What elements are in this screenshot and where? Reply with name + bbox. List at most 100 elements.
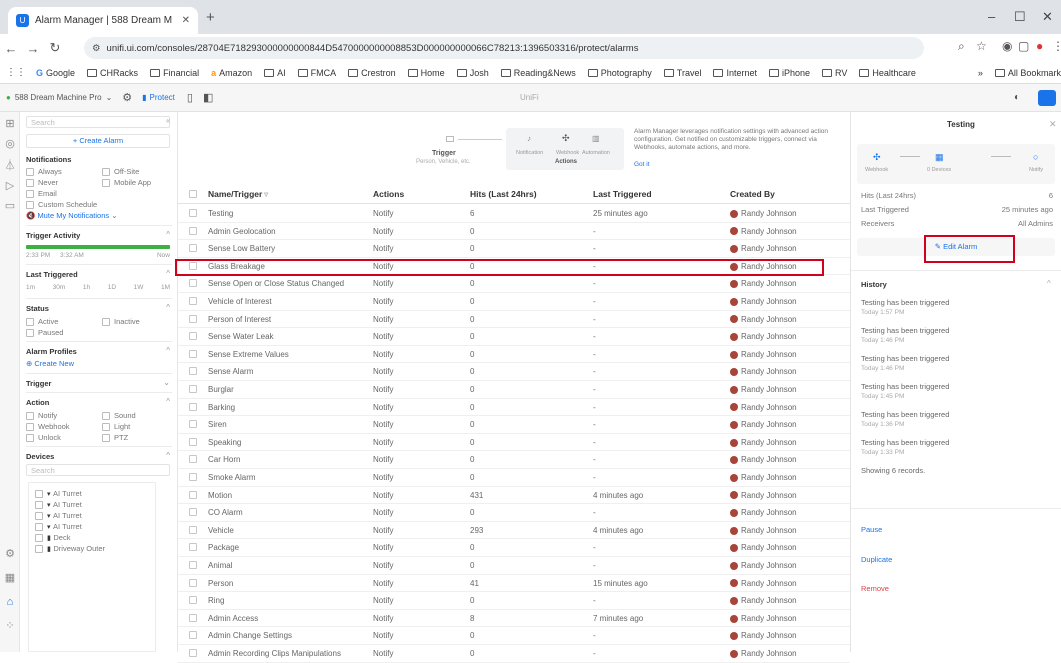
chevron-down-icon[interactable]: ⌄	[106, 93, 113, 102]
apps-grid-icon[interactable]: ⁘	[4, 620, 16, 632]
checkbox[interactable]	[102, 422, 110, 431]
checkbox[interactable]	[102, 411, 110, 420]
row-checkbox[interactable]	[189, 226, 197, 235]
menu-icon[interactable]: ⋮	[1052, 39, 1061, 53]
table-row[interactable]: Vehicle Notify 293 4 minutes ago Randy Johns…	[178, 522, 850, 540]
row-checkbox[interactable]	[189, 437, 197, 446]
checkbox[interactable]	[26, 167, 34, 176]
table-row[interactable]: Sense Water Leak Notify 0 - Randy Johnson	[178, 328, 850, 346]
row-checkbox[interactable]	[189, 332, 197, 341]
pause-link[interactable]: Pause	[861, 525, 882, 534]
minimize-icon[interactable]: –	[988, 9, 995, 24]
table-row[interactable]: Admin Geolocation Notify 0 - Randy Johnson	[178, 223, 850, 241]
notif-custom[interactable]: Custom Schedule	[26, 199, 170, 209]
table-row[interactable]: Burglar Notify 0 - Randy Johnson	[178, 381, 850, 399]
chevron-up-icon[interactable]: ^	[166, 346, 170, 355]
checkbox[interactable]	[35, 544, 43, 553]
row-checkbox[interactable]	[189, 367, 197, 376]
protect-app-icon[interactable]: ▮	[142, 93, 146, 102]
console-selector[interactable]: 588 Dream Machine Pro	[15, 93, 102, 102]
table-row[interactable]: CO Alarm Notify 0 - Randy Johnson	[178, 504, 850, 522]
table-row[interactable]: Person of Interest Notify 0 - Randy Johnson	[178, 311, 850, 329]
col-name-trigger[interactable]: Name/Trigger	[208, 189, 262, 199]
row-checkbox[interactable]	[189, 490, 197, 499]
remove-link[interactable]: Remove	[861, 584, 889, 593]
row-checkbox[interactable]	[189, 420, 197, 429]
create-profile-link[interactable]: ⊕ Create New	[26, 359, 170, 368]
bookmark-crestron[interactable]: Crestron	[348, 68, 396, 78]
bookmark-internet[interactable]: Internet	[713, 68, 757, 78]
bookmark-reading-news[interactable]: Reading&News	[500, 68, 576, 78]
table-row[interactable]: Smoke Alarm Notify 0 - Randy Johnson	[178, 469, 850, 487]
table-row[interactable]: Siren Notify 0 - Randy Johnson	[178, 416, 850, 434]
table-row[interactable]: Testing Notify 6 25 minutes ago Randy Johnso…	[178, 205, 850, 223]
row-checkbox[interactable]	[189, 613, 197, 622]
action-sound[interactable]: Sound	[102, 410, 172, 420]
filter-icon[interactable]: ▿	[264, 189, 268, 200]
bookmark-google[interactable]: G Google	[36, 68, 75, 78]
row-checkbox[interactable]	[189, 631, 197, 640]
row-checkbox[interactable]	[189, 455, 197, 464]
bookmark-fmca[interactable]: FMCA	[297, 68, 336, 78]
mute-notifications-link[interactable]: 🔇 Mute My Notifications ⌄	[26, 211, 170, 220]
device-item[interactable]: ▮ Driveway Outer	[35, 543, 105, 553]
range-1d[interactable]: 1D	[108, 284, 116, 294]
row-checkbox[interactable]	[189, 297, 197, 305]
table-row[interactable]: Animal Notify 0 - Randy Johnson	[178, 557, 850, 575]
got-it-link[interactable]: Got it	[634, 161, 650, 168]
table-row[interactable]: Motion Notify 431 4 minutes ago Randy Johnso…	[178, 487, 850, 505]
row-checkbox[interactable]	[189, 402, 197, 411]
chevron-up-icon[interactable]: ^	[166, 451, 170, 460]
checkbox[interactable]	[26, 422, 34, 431]
bookmark-home[interactable]: Home	[407, 68, 445, 78]
row-checkbox[interactable]	[189, 561, 197, 569]
range-1m[interactable]: 1m	[26, 284, 35, 294]
table-row[interactable]: Vehicle of Interest Notify 0 - Randy Johnson	[178, 293, 850, 311]
table-row[interactable]: Admin Access Notify 8 7 minutes ago Randy Jo…	[178, 610, 850, 628]
table-row[interactable]: Sense Low Battery Notify 0 - Randy Johnson	[178, 240, 850, 258]
site-info-icon[interactable]: ⚙	[92, 43, 101, 54]
select-all-checkbox[interactable]	[189, 190, 197, 198]
table-row[interactable]: Car Horn Notify 0 - Randy Johnson	[178, 451, 850, 469]
bookmark-josh[interactable]: Josh	[456, 68, 489, 78]
row-checkbox[interactable]	[189, 279, 197, 288]
status-paused[interactable]: Paused	[26, 327, 170, 337]
table-row[interactable]: Sense Extreme Values Notify 0 - Randy Johnso…	[178, 346, 850, 364]
tab-close-icon[interactable]: ✕	[182, 15, 190, 26]
device-item[interactable]: ▾ AI Turret	[35, 499, 82, 509]
table-row[interactable]: Package Notify 0 - Randy Johnson	[178, 539, 850, 557]
bookmarks-overflow[interactable]: »	[978, 68, 983, 78]
col-last-triggered[interactable]: Last Triggered	[593, 189, 652, 199]
checkbox[interactable]	[26, 433, 34, 442]
checkbox[interactable]	[35, 533, 43, 542]
device-item[interactable]: ▮ Deck	[35, 532, 70, 542]
notif-mobile[interactable]: Mobile App	[102, 177, 172, 187]
grid-icon[interactable]: ▦	[4, 572, 16, 584]
row-checkbox[interactable]	[189, 649, 197, 657]
chevron-up-icon[interactable]: ^	[166, 230, 170, 239]
table-row[interactable]: Speaking Notify 0 - Randy Johnson	[178, 434, 850, 452]
devices-icon[interactable]: ▭	[4, 200, 16, 212]
chevron-down-icon[interactable]: ⌄	[163, 378, 170, 387]
checkbox[interactable]	[35, 489, 43, 498]
bookmark-iphone[interactable]: iPhone	[769, 68, 810, 78]
theme-icon[interactable]: ◐	[1014, 92, 1020, 103]
checkbox[interactable]	[26, 189, 34, 198]
play-icon[interactable]: ▷	[4, 180, 16, 192]
search-input[interactable]: Search	[26, 116, 170, 128]
bookmark-financial[interactable]: Financial	[150, 68, 199, 78]
table-row[interactable]: Sense Alarm Notify 0 - Randy Johnson	[178, 363, 850, 381]
zoom-icon[interactable]: ⌕	[958, 39, 965, 54]
protect-app-label[interactable]: Protect	[150, 93, 175, 102]
range-1mo[interactable]: 1M	[161, 284, 170, 294]
row-checkbox[interactable]	[189, 543, 197, 552]
bookmark-ai[interactable]: AI	[264, 68, 286, 78]
status-inactive[interactable]: Inactive	[102, 316, 172, 326]
table-row[interactable]: Ring Notify 0 - Randy Johnson	[178, 592, 850, 610]
access-app-icon[interactable]: ▯	[187, 91, 193, 104]
lock-icon[interactable]: ⌂	[4, 596, 16, 608]
table-row[interactable]: Admin Recording Clips Manipulations Notif…	[178, 645, 850, 663]
bookmark-chracks[interactable]: CHRacks	[87, 68, 138, 78]
row-checkbox[interactable]	[189, 385, 197, 393]
maximize-icon[interactable]: ☐	[1014, 9, 1026, 25]
